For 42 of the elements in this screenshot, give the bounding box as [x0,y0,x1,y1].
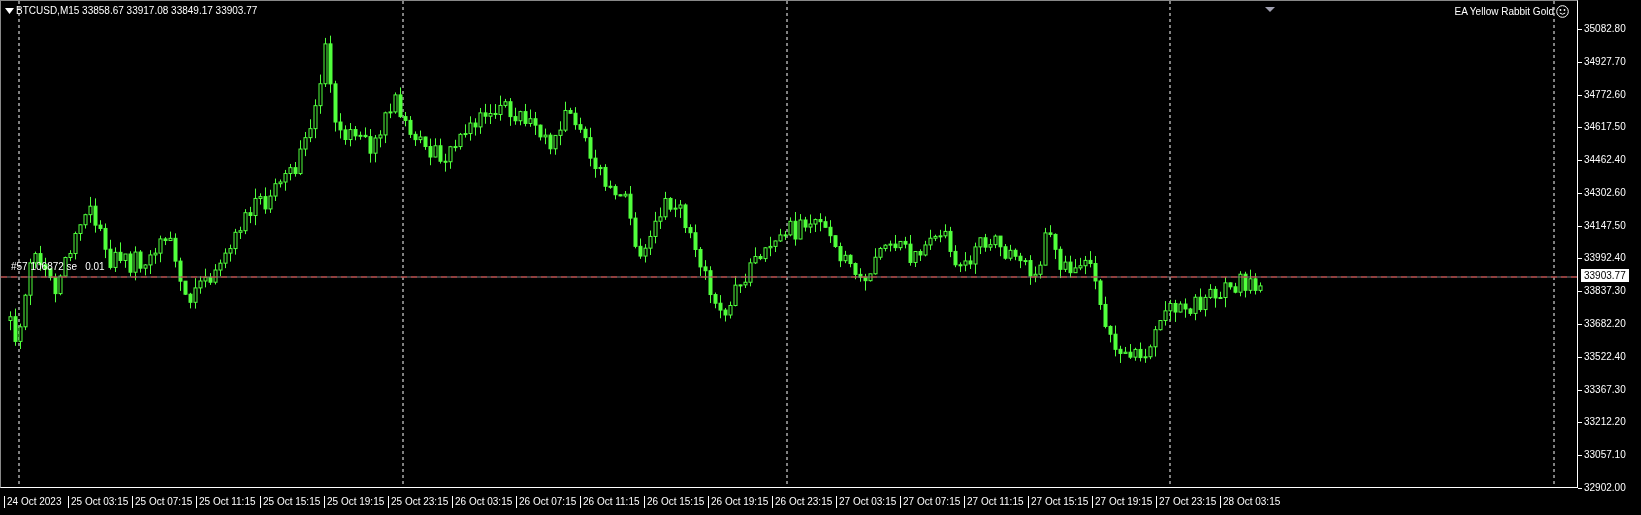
price-label: 34772.60 [1578,88,1641,101]
time-label: 27 Oct 19:15 [1092,495,1156,508]
time-label: 25 Oct 19:15 [324,495,388,508]
expert-name: EA Yellow Rabbit Gold [1454,6,1554,17]
time-label: 24 Oct 2023 [4,495,68,508]
time-label: 26 Oct 03:15 [452,495,516,508]
price-label: 35082.80 [1578,23,1641,35]
price-label: 33212.20 [1578,416,1641,429]
price-label: 33367.30 [1578,383,1641,396]
shift-marker-icon[interactable] [1265,7,1275,12]
smiley-icon[interactable] [1556,5,1569,18]
time-label: 25 Oct 03:15 [68,495,132,508]
current-price-label: 33903.77 [1581,269,1629,282]
price-label: 33992.40 [1578,252,1641,265]
price-label: 33682.20 [1578,318,1641,331]
price-label: 33837.30 [1578,285,1641,298]
time-label: 27 Oct 07:15 [900,495,964,508]
price-label: 34927.70 [1578,55,1641,68]
price-label: 34302.60 [1578,186,1641,199]
time-label: 25 Oct 07:15 [132,495,196,508]
time-label: 26 Oct 19:15 [708,495,772,508]
symbol-info: BTCUSD,M15 33858.67 33917.08 33849.17 33903.77 [16,5,258,16]
price-label: 34462.40 [1578,154,1641,167]
time-label: 26 Oct 11:15 [580,495,644,508]
price-label: 33057.10 [1578,449,1641,462]
order-volume: 0.01 [85,261,105,272]
time-label: 25 Oct 11:15 [196,495,260,508]
time-label: 27 Oct 11:15 [964,495,1028,508]
time-label: 27 Oct 03:15 [836,495,900,508]
price-label: 32902.00 [1578,481,1641,494]
time-label: 26 Oct 23:15 [772,495,836,508]
time-label: 27 Oct 15:15 [1028,495,1092,508]
time-label: 25 Oct 23:15 [388,495,452,508]
dropdown-icon[interactable] [5,7,14,14]
price-label: 33522.40 [1578,350,1641,363]
time-label: 26 Oct 07:15 [516,495,580,508]
price-label: 34147.50 [1578,219,1641,232]
time-label: 26 Oct 15:15 [644,495,708,508]
time-label: 28 Oct 03:15 [1220,495,1284,508]
price-label: 34617.50 [1578,121,1641,134]
time-label: 27 Oct 23:15 [1156,495,1220,508]
time-label: 25 Oct 15:15 [260,495,324,508]
